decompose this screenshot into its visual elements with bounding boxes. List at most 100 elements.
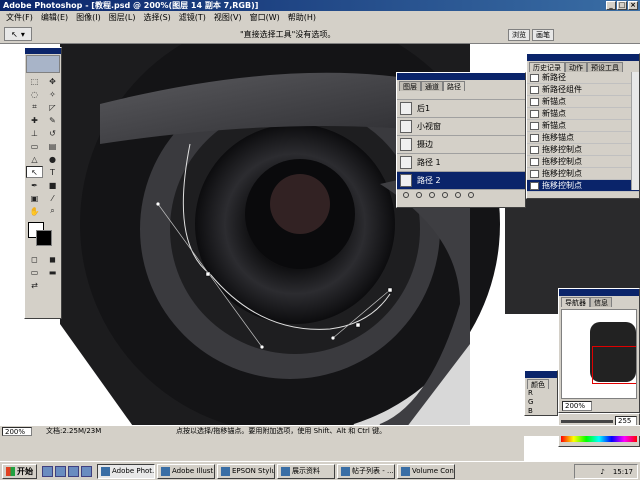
b-channel-slider[interactable] (561, 419, 613, 423)
history-state-icon (530, 97, 539, 106)
move-tool-icon[interactable]: ✥ (44, 75, 61, 87)
direct-select-tool-icon[interactable]: ↖ (26, 166, 43, 178)
doc-size[interactable]: 文档:2.25M/23M (46, 426, 156, 436)
task-epson[interactable]: EPSON Stylu... (217, 463, 275, 479)
fill-path-icon[interactable] (403, 191, 409, 198)
history-item[interactable]: 拖移锚点 (527, 132, 639, 144)
history-item[interactable]: 新锚点 (527, 108, 639, 120)
toolbox-titlebar[interactable] (25, 48, 61, 54)
task-volume[interactable]: Volume Control (397, 463, 455, 479)
history-item[interactable]: 新路径 (527, 72, 639, 84)
task-photoshop[interactable]: Adobe Phot... (97, 463, 155, 479)
crop-tool-icon[interactable]: ⌗ (26, 101, 43, 113)
type-tool-icon[interactable]: T (44, 166, 61, 178)
dodge-tool-icon[interactable]: ● (44, 153, 61, 165)
history-brush-icon[interactable]: ↺ (44, 127, 61, 139)
stroke-path-icon[interactable] (416, 191, 422, 198)
menu-view[interactable]: 视图(V) (210, 12, 246, 23)
standard-mode-icon[interactable]: ◻ (26, 253, 43, 265)
zoom-tool-icon[interactable]: ⌕ (44, 205, 61, 217)
screen-mode-1-icon[interactable]: ▭ (26, 266, 43, 278)
make-path-icon[interactable] (442, 191, 448, 198)
pen-tool-icon[interactable]: ✒ (26, 179, 43, 191)
new-path-icon[interactable] (455, 191, 461, 198)
tool-preset-picker[interactable]: ↖ ▾ (4, 27, 32, 41)
history-item[interactable]: 新锚点 (527, 120, 639, 132)
jump-to-imageready-icon[interactable]: ⇄ (26, 279, 43, 291)
tray-volume-icon[interactable]: ♪ (600, 468, 604, 476)
path-row[interactable]: 小视窗 (397, 118, 525, 136)
photoshop-logo[interactable] (26, 55, 60, 73)
color-panel-titlebar[interactable] (525, 371, 557, 378)
navigator-zoom[interactable]: 200% (562, 401, 592, 411)
menu-filter[interactable]: 滤镜(T) (175, 12, 210, 23)
tab-channels[interactable]: 通道 (421, 81, 443, 91)
slice-tool-icon[interactable]: ◸ (44, 101, 61, 113)
menu-image[interactable]: 图像(I) (72, 12, 105, 23)
history-panel-titlebar[interactable] (527, 54, 639, 61)
path-row[interactable]: 后1 (397, 100, 525, 118)
tab-navigator[interactable]: 导航器 (561, 297, 590, 307)
hand-tool-icon[interactable]: ✋ (26, 205, 43, 217)
navigator-panel-titlebar[interactable] (559, 289, 639, 296)
tab-tool-presets[interactable]: 预设工具 (587, 62, 623, 72)
history-item-selected[interactable]: 拖移控制点 (527, 180, 639, 192)
paths-panel-titlebar[interactable] (397, 73, 525, 80)
tab-paths[interactable]: 路径 (443, 81, 465, 91)
brush-tool-icon[interactable]: ✎ (44, 114, 61, 126)
blur-tool-icon[interactable]: △ (26, 153, 43, 165)
history-item[interactable]: 新路径组件 (527, 84, 639, 96)
eraser-tool-icon[interactable]: ▭ (26, 140, 43, 152)
history-item[interactable]: 拖移控制点 (527, 168, 639, 180)
menu-window[interactable]: 窗口(W) (246, 12, 284, 23)
menu-help[interactable]: 帮助(H) (284, 12, 320, 23)
background-color[interactable] (36, 230, 52, 246)
start-button[interactable]: 开始 (2, 463, 37, 479)
minimize-button[interactable]: _ (606, 1, 616, 10)
marquee-tool-icon[interactable]: ⬚ (26, 75, 43, 87)
tab-layers[interactable]: 图层 (399, 81, 421, 91)
history-item[interactable]: 拖移控制点 (527, 156, 639, 168)
stamp-tool-icon[interactable]: ⊥ (26, 127, 43, 139)
quickmask-mode-icon[interactable]: ◼ (44, 253, 61, 265)
tab-color[interactable]: 颜色 (527, 379, 549, 389)
menu-file[interactable]: 文件(F) (2, 12, 37, 23)
task-browser[interactable]: 帖子列表 - ... (337, 463, 395, 479)
desktop-icon[interactable] (42, 465, 53, 477)
navigator-preview[interactable] (561, 309, 637, 399)
task-folder[interactable]: 展示资料 (277, 463, 335, 479)
menu-select[interactable]: 选择(S) (139, 12, 174, 23)
gradient-tool-icon[interactable]: ▤ (44, 140, 61, 152)
close-button[interactable]: × (628, 1, 638, 10)
tab-actions[interactable]: 动作 (565, 62, 587, 72)
path-row[interactable]: 摄边 (397, 136, 525, 154)
healing-brush-icon[interactable]: ✚ (26, 114, 43, 126)
navigator-view-box[interactable] (592, 346, 636, 384)
tab-history[interactable]: 历史记录 (529, 62, 565, 72)
maximize-button[interactable]: □ (617, 1, 627, 10)
lasso-tool-icon[interactable]: ◌ (26, 88, 43, 100)
status-zoom[interactable]: 200% (2, 426, 32, 436)
load-selection-icon[interactable] (429, 191, 435, 198)
menu-edit[interactable]: 编辑(E) (37, 12, 72, 23)
media-icon[interactable] (81, 465, 92, 477)
shape-tool-icon[interactable]: ■ (44, 179, 61, 191)
tab-info[interactable]: 信息 (590, 297, 612, 307)
task-illustrator[interactable]: Adobe Illust... (157, 463, 215, 479)
browser-icon[interactable] (55, 465, 66, 477)
history-scrollbar[interactable] (631, 72, 639, 190)
tab-browse[interactable]: 浏览 (508, 29, 530, 41)
path-row-selected[interactable]: 路径 2 (397, 172, 525, 190)
magic-wand-icon[interactable]: ✧ (44, 88, 61, 100)
menu-layer[interactable]: 图层(L) (105, 12, 140, 23)
tab-brushes[interactable]: 画笔 (532, 29, 554, 41)
path-row[interactable] (397, 91, 525, 100)
history-item[interactable]: 拖移控制点 (527, 144, 639, 156)
notes-tool-icon[interactable]: ▣ (26, 192, 43, 204)
history-item[interactable]: 新锚点 (527, 96, 639, 108)
screen-mode-2-icon[interactable]: ▬ (44, 266, 61, 278)
trash-icon[interactable] (468, 191, 474, 198)
eyedropper-tool-icon[interactable]: ⁄ (44, 192, 61, 204)
path-row[interactable]: 路径 1 (397, 154, 525, 172)
explorer-icon[interactable] (68, 465, 79, 477)
